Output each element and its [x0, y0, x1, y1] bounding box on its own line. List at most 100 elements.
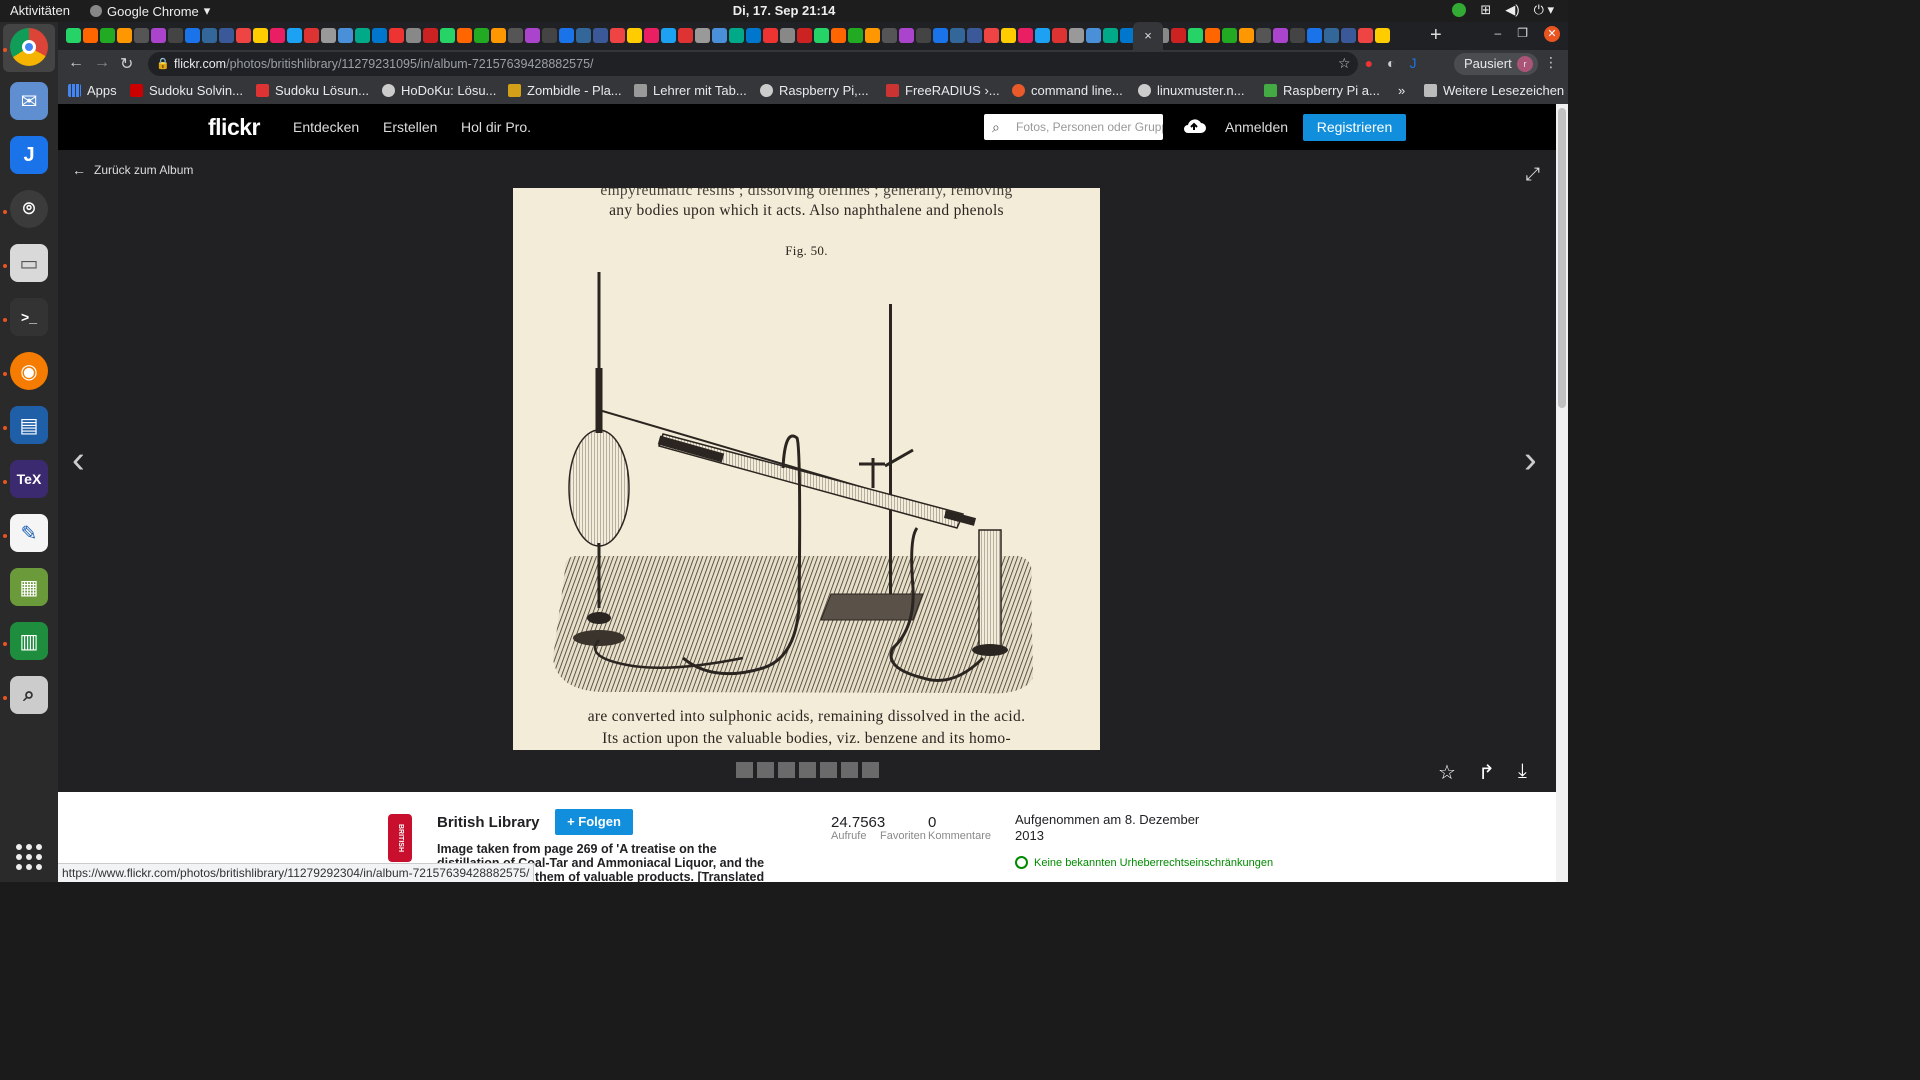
fullscreen-icon[interactable]: ⤢	[1526, 164, 1540, 185]
pinned-tab-favicon[interactable]	[712, 28, 727, 43]
share-icon[interactable]: ↱	[1478, 760, 1495, 785]
pinned-tab-favicon[interactable]	[542, 28, 557, 43]
screenshot-search-icon[interactable]: ⌕	[10, 676, 48, 714]
album-thumbnail[interactable]	[736, 762, 753, 778]
close-tab-icon[interactable]: ×	[1144, 28, 1152, 43]
texstudio-icon[interactable]: TeX	[10, 460, 48, 498]
text-editor-icon[interactable]: ✎	[10, 514, 48, 552]
pinned-tab-favicon[interactable]	[729, 28, 744, 43]
pinned-tab-favicon[interactable]	[1069, 28, 1084, 43]
pinned-tab-favicon[interactable]	[406, 28, 421, 43]
restore-icon[interactable]: ❐	[1517, 26, 1528, 42]
pinned-tab-favicon[interactable]	[1290, 28, 1305, 43]
lock-icon[interactable]: 🔒	[156, 52, 170, 76]
app-menu[interactable]: Google Chrome ▾	[90, 3, 210, 19]
new-tab-icon[interactable]: +	[1430, 24, 1442, 47]
bookmark-item[interactable]: Lehrer mit Tab...	[634, 83, 747, 98]
pinned-tab-favicon[interactable]	[916, 28, 931, 43]
pinned-tab-favicon[interactable]	[134, 28, 149, 43]
pinned-tab-favicon[interactable]	[644, 28, 659, 43]
address-bar[interactable]: 🔒 flickr.com/photos/britishlibrary/11279…	[148, 52, 1358, 76]
pinned-tab-favicon[interactable]	[1256, 28, 1271, 43]
pinned-tab-favicon[interactable]	[746, 28, 761, 43]
pinned-tab-favicon[interactable]	[559, 28, 574, 43]
album-thumbnail[interactable]	[799, 762, 816, 778]
pinned-tab-favicon[interactable]	[355, 28, 370, 43]
pinned-tab-favicon[interactable]	[185, 28, 200, 43]
pinned-tab-favicon[interactable]	[763, 28, 778, 43]
pinned-tab-favicon[interactable]	[1001, 28, 1016, 43]
owner-name[interactable]: British Library	[437, 814, 540, 831]
pinned-tab-favicon[interactable]	[1239, 28, 1254, 43]
back-to-album-link[interactable]: ← Zurück zum Album	[72, 162, 193, 178]
keepassxc-icon[interactable]: ⌾	[10, 190, 48, 228]
pinned-tab-favicon[interactable]	[1052, 28, 1067, 43]
pinned-tab-favicons[interactable]	[66, 28, 1436, 44]
pinned-tab-favicon[interactable]	[1307, 28, 1322, 43]
bookmark-item[interactable]: Zombidle - Pla...	[508, 83, 622, 98]
terminal-icon[interactable]: >_	[10, 298, 48, 336]
update-check-icon[interactable]	[1452, 3, 1467, 17]
pinned-tab-favicon[interactable]	[797, 28, 812, 43]
mail-icon[interactable]: ✉	[10, 82, 48, 120]
pinned-tab-favicon[interactable]	[678, 28, 693, 43]
minimize-icon[interactable]: –	[1495, 26, 1502, 42]
album-thumbnail[interactable]	[820, 762, 837, 778]
pinned-tab-favicon[interactable]	[593, 28, 608, 43]
pinned-tab-favicon[interactable]	[695, 28, 710, 43]
pinned-tab-favicon[interactable]	[219, 28, 234, 43]
login-link[interactable]: Anmelden	[1225, 119, 1288, 135]
album-thumbnail[interactable]	[841, 762, 858, 778]
joplin-icon[interactable]: J	[10, 136, 48, 174]
forward-icon[interactable]: →	[94, 54, 110, 72]
register-button[interactable]: Registrieren	[1303, 114, 1406, 141]
pinned-tab-favicon[interactable]	[287, 28, 302, 43]
chrome-icon[interactable]	[10, 28, 48, 66]
bookmark-item[interactable]: Sudoku Solvin...	[130, 83, 243, 98]
bookmark-item[interactable]: Sudoku Lösun...	[256, 83, 369, 98]
page-scrollbar[interactable]	[1556, 104, 1568, 882]
date-taken[interactable]: Aufgenommen am 8. Dezember 2013	[1015, 812, 1215, 844]
close-window-icon[interactable]: ✕	[1544, 26, 1560, 42]
other-bookmarks[interactable]: Weitere Lesezeichen	[1424, 83, 1564, 98]
nav-create[interactable]: Erstellen	[383, 119, 437, 135]
pinned-tab-favicon[interactable]	[1273, 28, 1288, 43]
pinned-tab-favicon[interactable]	[627, 28, 642, 43]
pinned-tab-favicon[interactable]	[168, 28, 183, 43]
pinned-tab-favicon[interactable]	[865, 28, 880, 43]
pinned-tab-favicon[interactable]	[1341, 28, 1356, 43]
pinned-tab-favicon[interactable]	[1188, 28, 1203, 43]
album-thumbnail[interactable]	[862, 762, 879, 778]
nav-discover[interactable]: Entdecken	[293, 119, 359, 135]
scrollbar-thumb[interactable]	[1558, 108, 1566, 408]
clock[interactable]: Di, 17. Sep 21:14	[0, 3, 1568, 18]
pinned-tab-favicon[interactable]	[202, 28, 217, 43]
bookmark-item[interactable]: linuxmuster.n...	[1138, 83, 1244, 98]
extension-joplin-icon[interactable]: J	[1410, 55, 1417, 72]
pinned-tab-favicon[interactable]	[1171, 28, 1186, 43]
nav-get-pro[interactable]: Hol dir Pro.	[461, 119, 531, 135]
pinned-tab-favicon[interactable]	[440, 28, 455, 43]
pinned-tab-favicon[interactable]	[304, 28, 319, 43]
kebab-menu-icon[interactable]: ⋮	[1544, 54, 1558, 71]
pinned-tab-favicon[interactable]	[967, 28, 982, 43]
download-icon[interactable]: ⤓	[1518, 760, 1527, 783]
pinned-tab-favicon[interactable]	[1324, 28, 1339, 43]
pinned-tab-favicon[interactable]	[848, 28, 863, 43]
extension-adblock-icon[interactable]: ●	[1365, 55, 1373, 72]
pinned-tab-favicon[interactable]	[525, 28, 540, 43]
bookmarks-overflow-button[interactable]: »	[1398, 83, 1405, 98]
pinned-tab-favicon[interactable]	[780, 28, 795, 43]
back-icon[interactable]: ←	[68, 54, 84, 72]
pinned-tab-favicon[interactable]	[270, 28, 285, 43]
firefox-icon[interactable]: ◉	[10, 352, 48, 390]
pinned-tab-favicon[interactable]	[389, 28, 404, 43]
calc-icon[interactable]: ▥	[10, 622, 48, 660]
next-photo-icon[interactable]: ›	[1524, 439, 1537, 482]
pinned-tab-favicon[interactable]	[1086, 28, 1101, 43]
pinned-tab-favicon[interactable]	[1205, 28, 1220, 43]
license-info[interactable]: Keine bekannten Urheberrechtseinschränku…	[1015, 856, 1273, 869]
show-applications-icon[interactable]	[16, 844, 42, 870]
bookmark-star-icon[interactable]: ☆	[1338, 55, 1351, 72]
search-input[interactable]: ⌕ Fotos, Personen oder Gruppen	[984, 114, 1163, 140]
